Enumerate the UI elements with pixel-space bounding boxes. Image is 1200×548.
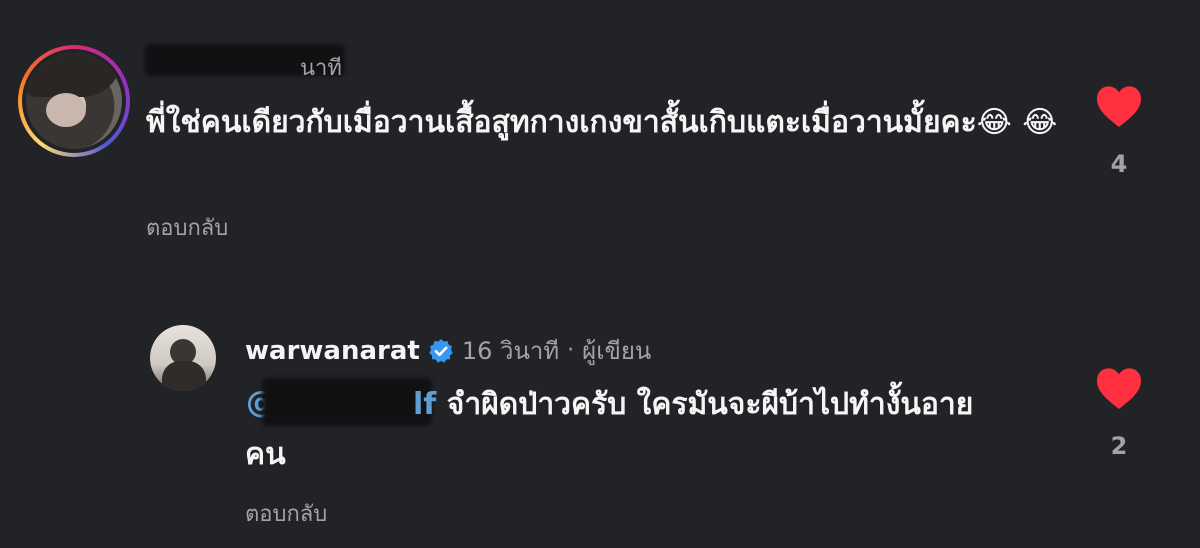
separator-dot: · (567, 338, 575, 363)
reply-button[interactable]: ตอบกลับ (146, 210, 228, 245)
reply-like-group: 2 (1089, 366, 1149, 460)
author-badge: ผู้เขียน (582, 337, 652, 365)
reply-time: 16 วินาที (461, 337, 560, 365)
commenter-avatar-story-ring[interactable] (18, 45, 130, 157)
like-count: 4 (1110, 150, 1128, 178)
heart-icon[interactable] (1095, 84, 1143, 128)
reply-header: warwanarat 16 วินาที · ผู้เขียน (245, 331, 651, 370)
mention-link[interactable]: lf (413, 387, 436, 422)
heart-icon[interactable] (1095, 366, 1143, 410)
reply-text: lf จำผิดป่าวครับ ใครมันจะผีบ้าไปทำงั้นอา… (245, 380, 1005, 480)
reply-body: จำผิดป่าวครับ ใครมันจะผีบ้าไปทำงั้นอายคน (245, 387, 974, 472)
author-avatar[interactable] (150, 325, 216, 391)
avatar-hair-shape (26, 53, 122, 97)
avatar-body-shape (162, 361, 206, 391)
reply-button-2[interactable]: ตอบกลับ (245, 496, 327, 531)
commenter-avatar[interactable] (26, 53, 122, 149)
comment-text: พี่ใช่คนเดียวกับเมื่อวานเสื้อสูทกางเกงขา… (146, 105, 1058, 140)
verified-badge-icon (428, 338, 454, 364)
avatar-ring-gap (22, 49, 126, 153)
avatar-face-shape (46, 93, 86, 127)
like-count: 2 (1110, 432, 1128, 460)
comment-like-group: 4 (1089, 84, 1149, 178)
comment-time: นาที (300, 56, 342, 81)
reply-username[interactable]: warwanarat (245, 336, 420, 366)
